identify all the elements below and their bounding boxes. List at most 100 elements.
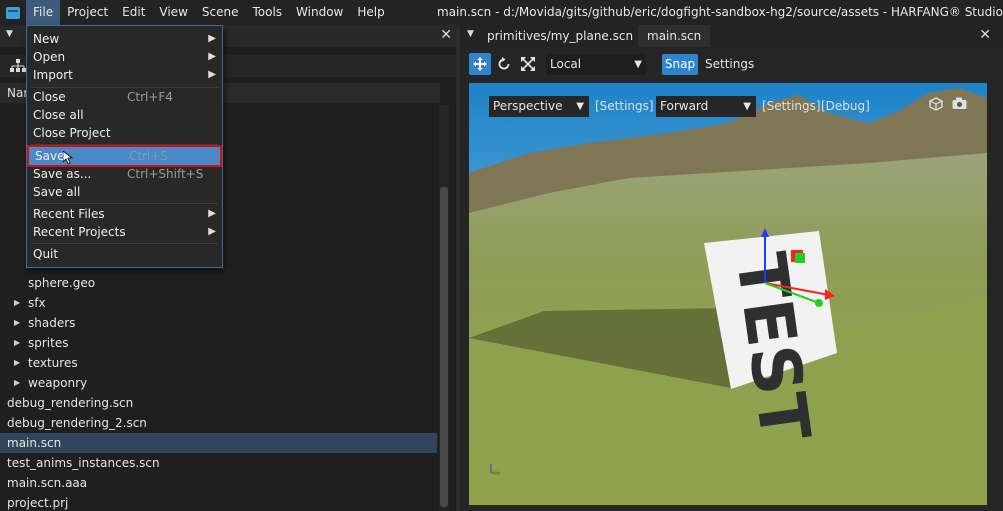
list-item-label: sprites [28,336,69,350]
list-item[interactable]: debug_rendering_2.scn [0,413,437,433]
chevron-down-icon: ▼ [576,101,584,112]
list-item-label: sfx [28,296,46,310]
list-item[interactable]: main.scn.aaa [0,473,437,493]
menu-separator [31,243,218,244]
submenu-arrow-icon: ▶ [208,208,216,219]
menu-item-label: New [33,32,60,46]
menu-project[interactable]: Project [60,0,115,25]
chevron-down-icon: ▼ [634,59,642,70]
menu-item-label: Open [33,50,66,64]
3d-viewport[interactable]: TEST Perspective ▼ [Settings] Forward ▼ … [469,83,987,505]
submenu-arrow-icon: ▶ [208,226,216,237]
vertical-scrollbar[interactable] [439,105,449,511]
menu-item-label: Recent Projects [33,225,126,239]
expand-arrow-icon[interactable]: ▶ [14,353,20,373]
list-item-label: debug_rendering_2.scn [7,416,147,430]
pipeline-settings-link[interactable]: [Settings] [762,96,821,117]
menu-item-label: Save as... [33,167,92,181]
editor-toolbar: Local ▼ Snap Settings [460,53,1003,77]
menu-item-quit[interactable]: Quit [27,245,222,263]
expand-arrow-icon[interactable]: ▶ [14,333,20,353]
menu-item-close[interactable]: Close Ctrl+F4 [27,88,222,106]
pipeline-select[interactable]: Forward ▼ [656,96,756,117]
shortcut-label: Ctrl+Shift+S [127,167,204,181]
list-item-selected[interactable]: main.scn [0,433,437,453]
folder-item[interactable]: ▶ shaders [0,313,437,333]
scale-tool-icon[interactable] [517,53,539,75]
rotate-tool-icon[interactable] [493,53,515,75]
close-icon[interactable]: ✕ [979,27,991,43]
list-item-label: main.scn [7,436,62,450]
menu-item-open[interactable]: Open ▶ [27,48,222,66]
hierarchy-icon[interactable] [10,59,26,77]
camera-icon[interactable] [951,97,967,113]
cube-icon[interactable] [928,97,944,113]
list-item-label: test_anims_instances.scn [7,456,160,470]
folder-item[interactable]: ▶ weaponry [0,373,437,393]
list-item-label: textures [28,356,78,370]
projection-value: Perspective [493,99,563,113]
menu-item-label: Close Project [33,126,111,140]
menu-item-save-all[interactable]: Save all [27,183,222,201]
panel-menu-icon[interactable]: ▼ [467,29,474,39]
folder-item[interactable]: ▶ textures [0,353,437,373]
expand-arrow-icon[interactable]: ▶ [14,313,20,333]
projection-select[interactable]: Perspective ▼ [489,96,589,117]
move-tool-icon[interactable] [469,53,491,75]
menu-item-close-project[interactable]: Close Project [27,124,222,142]
tab-main-scn[interactable]: main.scn [638,25,711,47]
list-item-label: sphere.geo [28,276,96,290]
scene-editor-panel: ▼ primitives/my_plane.scn main.scn ✕ Loc… [460,25,1003,511]
menu-item-close-all[interactable]: Close all [27,106,222,124]
expand-arrow-icon[interactable]: ▶ [14,293,20,313]
menu-item-recent-projects[interactable]: Recent Projects ▶ [27,223,222,241]
menu-tools[interactable]: Tools [245,0,289,25]
scrollbar-thumb[interactable] [440,187,448,507]
transform-space-select[interactable]: Local ▼ [546,54,646,75]
menu-separator [31,203,218,204]
window-title: main.scn - d:/Movida/gits/github/eric/do… [437,5,1003,19]
menu-item-label: Save [35,149,65,163]
tab-bar: ▼ primitives/my_plane.scn main.scn ✕ [460,25,1003,47]
list-item-label: weaponry [28,376,88,390]
pipeline-value: Forward [660,99,709,113]
menu-item-new[interactable]: New ▶ [27,30,222,48]
menu-window[interactable]: Window [289,0,350,25]
menu-item-save[interactable]: Save Ctrl+S [27,145,222,167]
expand-arrow-icon[interactable]: ▶ [14,373,20,393]
projection-settings-link[interactable]: [Settings] [595,96,654,117]
shortcut-label: Ctrl+S [129,149,169,163]
menu-item-label: Recent Files [33,207,105,221]
list-item-label: debug_rendering.scn [7,396,134,410]
list-item[interactable]: debug_rendering.scn [0,393,437,413]
menu-scene[interactable]: Scene [195,0,246,25]
menu-item-recent-files[interactable]: Recent Files ▶ [27,205,222,223]
menu-edit[interactable]: Edit [115,0,152,25]
list-item[interactable]: sphere.geo [0,273,437,293]
folder-item[interactable]: ▶ sprites [0,333,437,353]
snap-settings-button[interactable]: Settings [705,54,754,75]
menu-help[interactable]: Help [350,0,391,25]
tab-my-plane[interactable]: primitives/my_plane.scn [478,25,642,47]
list-item-label: main.scn.aaa [7,476,88,490]
menu-item-label: Quit [33,247,59,261]
submenu-arrow-icon: ▶ [208,69,216,80]
list-item-label: shaders [28,316,76,330]
menu-view[interactable]: View [152,0,194,25]
panel-menu-icon[interactable]: ▼ [6,29,13,39]
snap-button[interactable]: Snap [662,54,698,75]
debug-link[interactable]: [Debug] [821,96,870,117]
list-item[interactable]: project.prj [0,493,437,511]
file-menu-dropdown: New ▶ Open ▶ Import ▶ Close Ctrl+F4 Clos… [26,25,223,268]
menu-item-label: Save all [33,185,81,199]
menu-item-import[interactable]: Import ▶ [27,66,222,84]
list-item[interactable]: test_anims_instances.scn [0,453,437,473]
close-icon[interactable]: ✕ [440,27,452,43]
shortcut-label: Ctrl+F4 [127,90,173,104]
folder-item[interactable]: ▶ sfx [0,293,437,313]
menu-item-label: Import [33,68,73,82]
submenu-arrow-icon: ▶ [208,33,216,44]
app-logo-icon [0,0,26,25]
menu-file[interactable]: File [26,0,61,25]
menu-item-save-as[interactable]: Save as... Ctrl+Shift+S [27,165,222,183]
